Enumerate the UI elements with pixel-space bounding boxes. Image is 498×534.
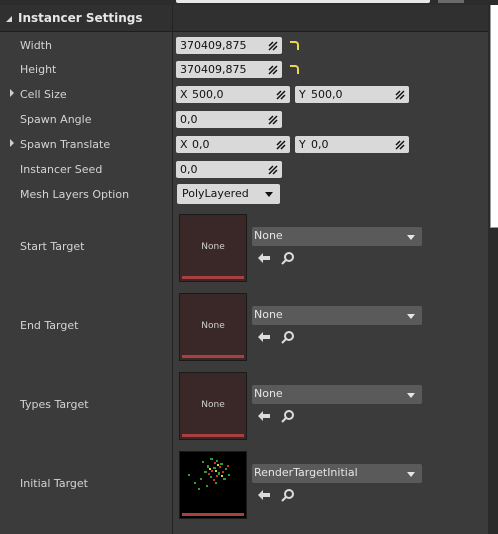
spawn-translate-x-value: 0,0 [192,138,210,151]
drag-handle-icon[interactable] [395,140,405,150]
thumbnail-type-bar [182,513,244,516]
cell-size-y-value: 500,0 [311,88,343,101]
x-axis-label: X [180,88,188,101]
asset-actions [257,488,297,502]
start-target-thumbnail[interactable]: None [179,214,247,282]
drag-handle-icon[interactable] [276,140,286,150]
asset-name: RenderTargetInitial [254,466,358,479]
drag-handle-icon[interactable] [395,90,405,100]
spawn-translate-y-input[interactable]: Y 0,0 [295,136,409,153]
height-value: 370409,875 [180,63,247,76]
chevron-down-icon [265,192,273,197]
thumbnail-text: None [201,400,225,410]
drag-handle-icon[interactable] [268,165,278,175]
initial-target-thumbnail[interactable] [179,451,247,519]
spawn-angle-value: 0,0 [180,113,198,126]
start-target-label: Start Target [20,240,85,253]
expand-arrow-icon[interactable] [10,89,14,97]
cell-size-x-value: 500,0 [192,88,224,101]
thumbnail-type-bar [182,434,244,437]
drag-handle-icon[interactable] [276,90,286,100]
browse-magnifier-icon[interactable] [281,330,295,344]
cell-size-x-input[interactable]: X 500,0 [176,86,290,103]
collapse-triangle-icon[interactable] [6,16,12,22]
search-field[interactable] [176,0,430,3]
reset-to-default-icon[interactable] [290,41,299,50]
asset-actions [257,251,297,265]
browse-magnifier-icon[interactable] [281,488,295,502]
asset-name: None [254,308,283,321]
spawn-translate-y-value: 0,0 [311,138,329,151]
drag-handle-icon[interactable] [268,65,278,75]
asset-actions [257,409,297,423]
instancer-seed-label: Instancer Seed [20,163,103,176]
chevron-down-icon [407,472,415,477]
chevron-down-icon [407,235,415,240]
use-selected-arrow-icon[interactable] [257,251,271,265]
spawn-angle-input[interactable]: 0,0 [176,111,282,128]
thumbnail-text: None [201,242,225,252]
thumbnail-text: None [201,321,225,331]
thumbnail-type-bar [182,355,244,358]
chevron-down-icon [407,314,415,319]
types-target-asset-picker[interactable]: None [252,385,422,404]
instancer-seed-input[interactable]: 0,0 [176,161,282,178]
y-axis-label: Y [299,88,306,101]
y-axis-label: Y [299,138,306,151]
drag-handle-icon[interactable] [268,41,278,51]
x-axis-label: X [180,138,188,151]
column-divider[interactable] [172,5,173,534]
spawn-translate-label: Spawn Translate [20,138,111,151]
chevron-down-icon [407,393,415,398]
use-selected-arrow-icon[interactable] [257,409,271,423]
mesh-layers-option-value: PolyLayered [182,187,249,200]
types-target-thumbnail[interactable]: None [179,372,247,440]
width-label: Width [20,39,52,52]
cell-size-label: Cell Size [20,88,67,101]
drag-handle-icon[interactable] [268,115,278,125]
height-label: Height [20,63,57,76]
asset-actions [257,330,297,344]
mesh-layers-option-label: Mesh Layers Option [20,188,130,201]
browse-magnifier-icon[interactable] [281,251,295,265]
expand-arrow-icon[interactable] [10,139,14,147]
initial-target-asset-picker[interactable]: RenderTargetInitial [252,464,422,483]
spawn-translate-x-input[interactable]: X 0,0 [176,136,290,153]
browse-magnifier-icon[interactable] [281,409,295,423]
use-selected-arrow-icon[interactable] [257,488,271,502]
cell-size-y-input[interactable]: Y 500,0 [295,86,409,103]
end-target-asset-picker[interactable]: None [252,306,422,325]
asset-name: None [254,229,283,242]
section-title: Instancer Settings [18,11,143,25]
height-input[interactable]: 370409,875 [176,61,282,78]
use-selected-arrow-icon[interactable] [257,330,271,344]
toolbar-button[interactable] [438,0,464,3]
width-input[interactable]: 370409,875 [176,37,282,54]
thumbnail-type-bar [182,276,244,279]
render-target-preview [188,458,230,490]
instancer-seed-value: 0,0 [180,163,198,176]
end-target-thumbnail[interactable]: None [179,293,247,361]
spawn-angle-label: Spawn Angle [20,113,92,126]
reset-to-default-icon[interactable] [290,65,299,74]
types-target-label: Types Target [20,398,89,411]
width-value: 370409,875 [180,39,247,52]
start-target-asset-picker[interactable]: None [252,227,422,246]
popup-window [490,5,498,228]
end-target-label: End Target [20,319,79,332]
asset-name: None [254,387,283,400]
mesh-layers-option-select[interactable]: PolyLayered [177,184,280,204]
initial-target-label: Initial Target [20,477,88,490]
section-header[interactable]: Instancer Settings [0,5,488,32]
